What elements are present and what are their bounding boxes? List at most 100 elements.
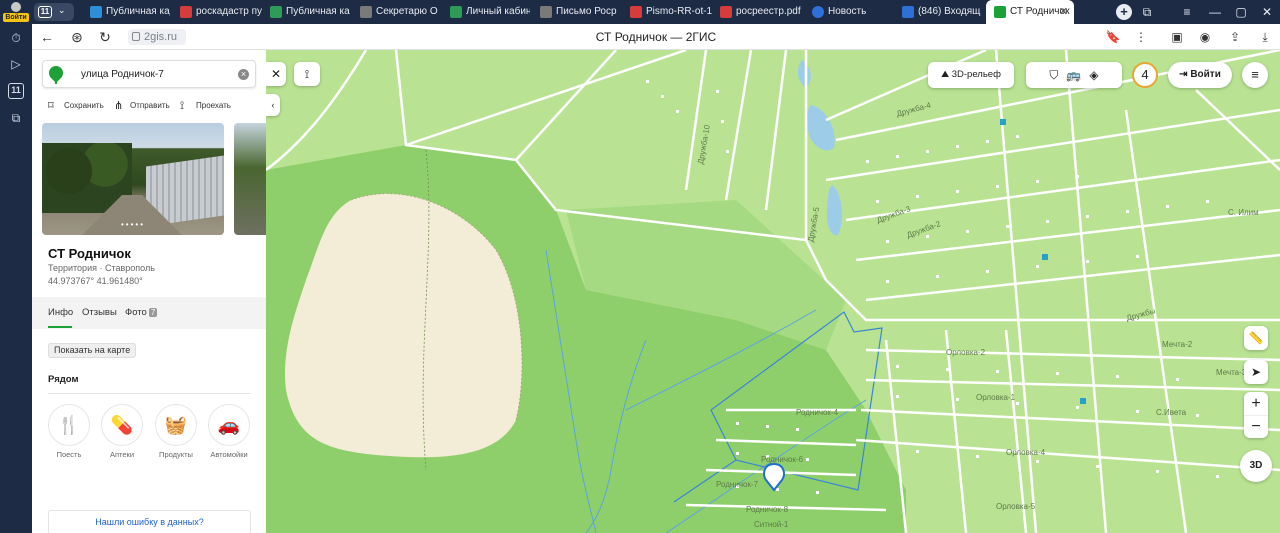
browser-side-rail: Войти ⏱ ▷ 11 ⧉ <box>0 0 32 533</box>
tab-9[interactable]: Новость <box>804 0 896 24</box>
workspace-switcher[interactable]: 11 ⌄ <box>34 3 74 21</box>
street-label: Орловка-5 <box>996 502 1036 511</box>
tab-list-icon[interactable]: ⧉ <box>1132 0 1162 24</box>
bookmark-icon[interactable]: 🔖 <box>1104 28 1122 46</box>
tab-2[interactable]: роскадастр пу <box>172 0 264 24</box>
photo-pager[interactable]: ••••• <box>42 220 224 229</box>
layers-icon[interactable]: ◈ <box>1089 68 1098 82</box>
street-label: Мечта-2 <box>1162 340 1193 349</box>
close-window-icon[interactable]: ✕ <box>1252 0 1280 24</box>
show-on-map-button[interactable]: Показать на карте <box>48 343 137 358</box>
tab-label: Личный кабин <box>466 6 530 17</box>
pond <box>806 105 835 151</box>
geolocation-icon[interactable]: ➤ <box>1244 360 1268 384</box>
tab-7[interactable]: Pismo-RR-ot-1 <box>622 0 712 24</box>
collapse-panel-button[interactable]: ‹ <box>266 94 280 116</box>
tab-label: роскадастр пу <box>196 6 263 17</box>
tab-photos-label: Фото <box>125 307 147 318</box>
play-icon[interactable]: ▷ <box>8 56 24 72</box>
nearby-category-groceries[interactable]: 🧺 Продукты <box>154 404 198 459</box>
tab-label: Pismo-RR-ot-1 <box>646 6 712 17</box>
notifications-badge[interactable]: 4 <box>1132 62 1158 88</box>
zoom-controls: + − <box>1244 392 1268 438</box>
ruler-icon[interactable]: 📏 <box>1244 326 1268 350</box>
history-icon[interactable]: ⏱ <box>8 30 24 46</box>
bus-stop-icon[interactable] <box>1080 398 1086 404</box>
place-photo[interactable]: ••••• <box>42 123 224 235</box>
map-canvas[interactable]: Дружба-10 Дружба-5 Дружба-3 Дружба-2 Дру… <box>266 50 1280 533</box>
nearby-category-pharmacy[interactable]: 💊 Аптеки <box>100 404 144 459</box>
extension-icon[interactable]: ▣ <box>1168 28 1186 46</box>
share-icon[interactable]: ⇪ <box>1226 28 1244 46</box>
carwash-icon: 🚗 <box>208 404 250 446</box>
downloads-icon[interactable]: ⤓ <box>1256 28 1274 46</box>
search-input[interactable]: улица Родничок-7 × <box>42 60 256 88</box>
tab-favicon-icon <box>994 6 1006 18</box>
workspace-number: 11 <box>38 6 52 18</box>
tab-8[interactable]: росреестр.pdf <box>712 0 802 24</box>
tab-4[interactable]: Секретарю Об <box>352 0 438 24</box>
report-error-link[interactable]: Нашли ошибку в данных? <box>48 510 251 533</box>
street-label: Родничок-7 <box>716 480 759 489</box>
place-coordinates[interactable]: 44.973767° 41.961480° <box>48 276 143 286</box>
workspace-icon[interactable]: 11 <box>8 83 24 99</box>
place-photo-next[interactable] <box>234 123 266 235</box>
page-title: СТ Родничок — 2ГИС <box>595 30 717 44</box>
save-button[interactable]: ⌑ Сохранить <box>48 100 104 112</box>
tab-label: росреестр.pdf <box>736 6 801 17</box>
tab-5[interactable]: Личный кабин <box>442 0 530 24</box>
menu-dots-icon[interactable]: ⋮ <box>1132 28 1150 46</box>
tab-10[interactable]: (846) Входящ <box>894 0 984 24</box>
bus-stop-icon[interactable] <box>1000 119 1006 125</box>
tab-active[interactable]: СТ Родничок ✕ <box>986 0 1074 24</box>
place-sidebar: улица Родничок-7 × ⌑ Сохранить ⋔ Отправить… <box>32 50 266 533</box>
street-label: Мечта-3 <box>1216 368 1247 377</box>
tab-info[interactable]: Инфо <box>48 307 74 328</box>
tab-1[interactable]: Публичная кад <box>82 0 170 24</box>
transport-icon[interactable]: 🚌 <box>1066 68 1081 82</box>
route-icon[interactable]: ⟟ <box>294 62 320 86</box>
new-tab-button[interactable]: + <box>1116 4 1132 20</box>
street-label: Ситной-1 <box>754 520 789 529</box>
tab-photos[interactable]: Фото 7 <box>125 307 158 318</box>
login-label: Войти <box>1190 69 1221 80</box>
login-icon: ⇥ <box>1179 69 1188 80</box>
zoom-out-button[interactable]: − <box>1244 415 1268 438</box>
active-tab-underline <box>48 326 72 328</box>
menu-icon[interactable]: ≡ <box>1172 0 1202 24</box>
screenshot-icon[interactable]: ⧉ <box>8 110 24 126</box>
save-label: Сохранить <box>64 101 104 110</box>
hamburger-menu-icon[interactable]: ≡ <box>1242 62 1268 88</box>
pin-stem <box>55 78 57 84</box>
place-label: С. Илим <box>1228 208 1259 217</box>
category-label: Поесть <box>56 450 82 459</box>
street-label: Орловка-4 <box>1006 448 1046 457</box>
relief-3d-button[interactable]: ⛰ 3D-рельеф <box>928 62 1014 88</box>
extension-2-icon[interactable]: ◉ <box>1196 28 1214 46</box>
clear-search-icon[interactable]: × <box>238 69 249 80</box>
category-label: Автомойки <box>210 450 248 459</box>
route-button[interactable]: ⟟ Проехать <box>180 100 231 112</box>
zoom-in-button[interactable]: + <box>1244 392 1268 415</box>
tab-6[interactable]: Письмо Роср <box>532 0 620 24</box>
avatar-head-icon <box>11 2 21 12</box>
tab-3[interactable]: Публичная кас <box>262 0 350 24</box>
profile-avatar[interactable]: Войти <box>3 2 29 22</box>
send-button[interactable]: ⋔ Отправить <box>114 100 170 112</box>
bus-stop-icon[interactable] <box>1042 254 1048 260</box>
tab-favicon-icon <box>630 6 642 18</box>
login-button[interactable]: ⇥ Войти <box>1168 62 1232 88</box>
place-subtitle: Территория · Ставрополь <box>48 263 155 273</box>
close-panel-button[interactable]: ✕ <box>266 62 286 86</box>
close-tab-icon[interactable]: ✕ <box>1059 0 1068 24</box>
view-3d-button[interactable]: 3D <box>1240 450 1272 482</box>
street-label: Родничок-6 <box>761 455 804 464</box>
chevron-down-icon: ⌄ <box>58 5 66 15</box>
nearby-category-carwash[interactable]: 🚗 Автомойки <box>207 404 251 459</box>
tab-label: Секретарю Об <box>376 6 438 17</box>
tab-reviews[interactable]: Отзывы <box>82 307 117 318</box>
tab-bar: 11 ⌄ Публичная кад роскадастр пу Публичн… <box>32 0 1280 24</box>
traffic-icon[interactable]: ⛉ <box>1049 68 1058 82</box>
nearby-category-food[interactable]: 🍴 Поесть <box>47 404 91 459</box>
tab-info-label: Инфо <box>48 307 74 318</box>
